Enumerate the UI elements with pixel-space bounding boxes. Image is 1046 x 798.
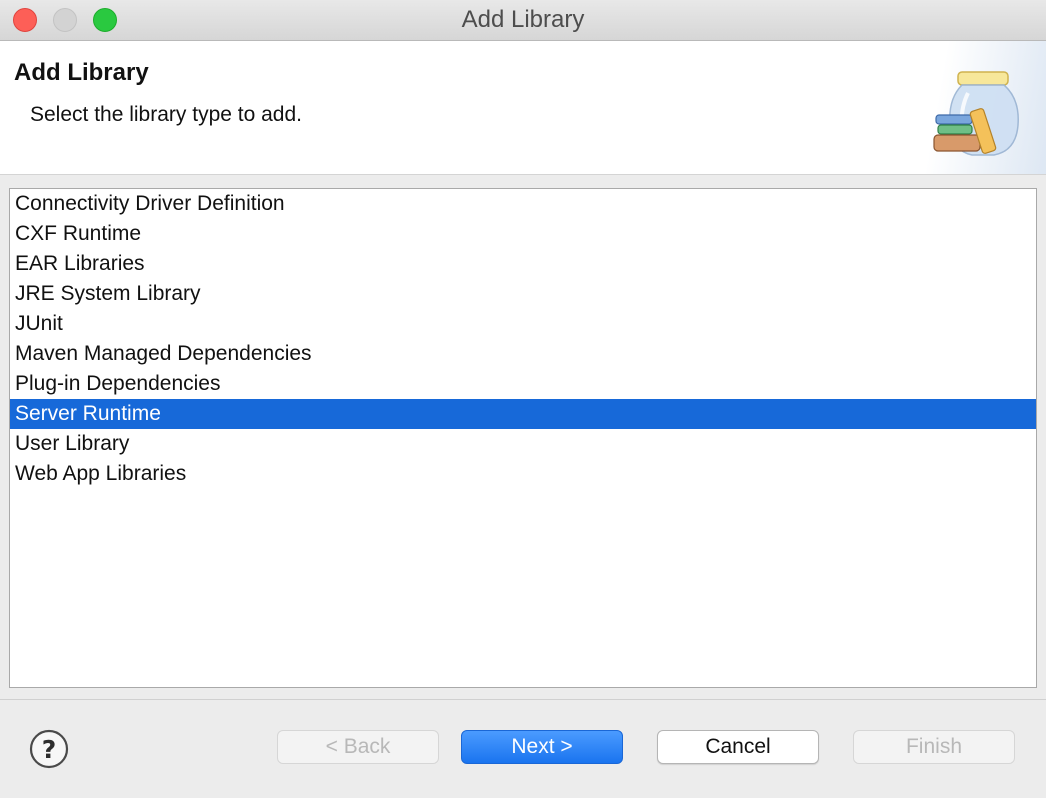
add-library-dialog: Add Library Add Library Select the libra… (0, 0, 1046, 798)
list-item-selected[interactable]: Server Runtime (10, 399, 1036, 429)
list-item[interactable]: User Library (10, 429, 1036, 459)
list-item[interactable]: Connectivity Driver Definition (10, 189, 1036, 219)
banner-image (896, 41, 1046, 174)
window-title: Add Library (461, 6, 585, 33)
dialog-banner: Add Library Select the library type to a… (0, 41, 1046, 175)
list-item[interactable]: Maven Managed Dependencies (10, 339, 1036, 369)
list-item[interactable]: JRE System Library (10, 279, 1036, 309)
title-bar[interactable]: Add Library (0, 0, 1046, 41)
svg-text:?: ? (42, 735, 57, 764)
library-type-list[interactable]: Connectivity Driver Definition CXF Runti… (9, 188, 1037, 688)
help-icon: ? (29, 729, 69, 769)
banner-title: Add Library (14, 59, 149, 86)
list-item[interactable]: EAR Libraries (10, 249, 1036, 279)
banner-description: Select the library type to add. (30, 103, 302, 126)
back-button[interactable]: < Back (277, 730, 439, 764)
help-button[interactable]: ? (29, 729, 69, 769)
library-jar-icon (933, 71, 1019, 156)
next-button[interactable]: Next > (461, 730, 623, 764)
list-item[interactable]: Plug-in Dependencies (10, 369, 1036, 399)
list-item[interactable]: JUnit (10, 309, 1036, 339)
finish-button[interactable]: Finish (853, 730, 1015, 764)
list-item[interactable]: CXF Runtime (10, 219, 1036, 249)
button-bar-separator (0, 699, 1046, 700)
list-item[interactable]: Web App Libraries (10, 459, 1036, 489)
cancel-button[interactable]: Cancel (657, 730, 819, 764)
